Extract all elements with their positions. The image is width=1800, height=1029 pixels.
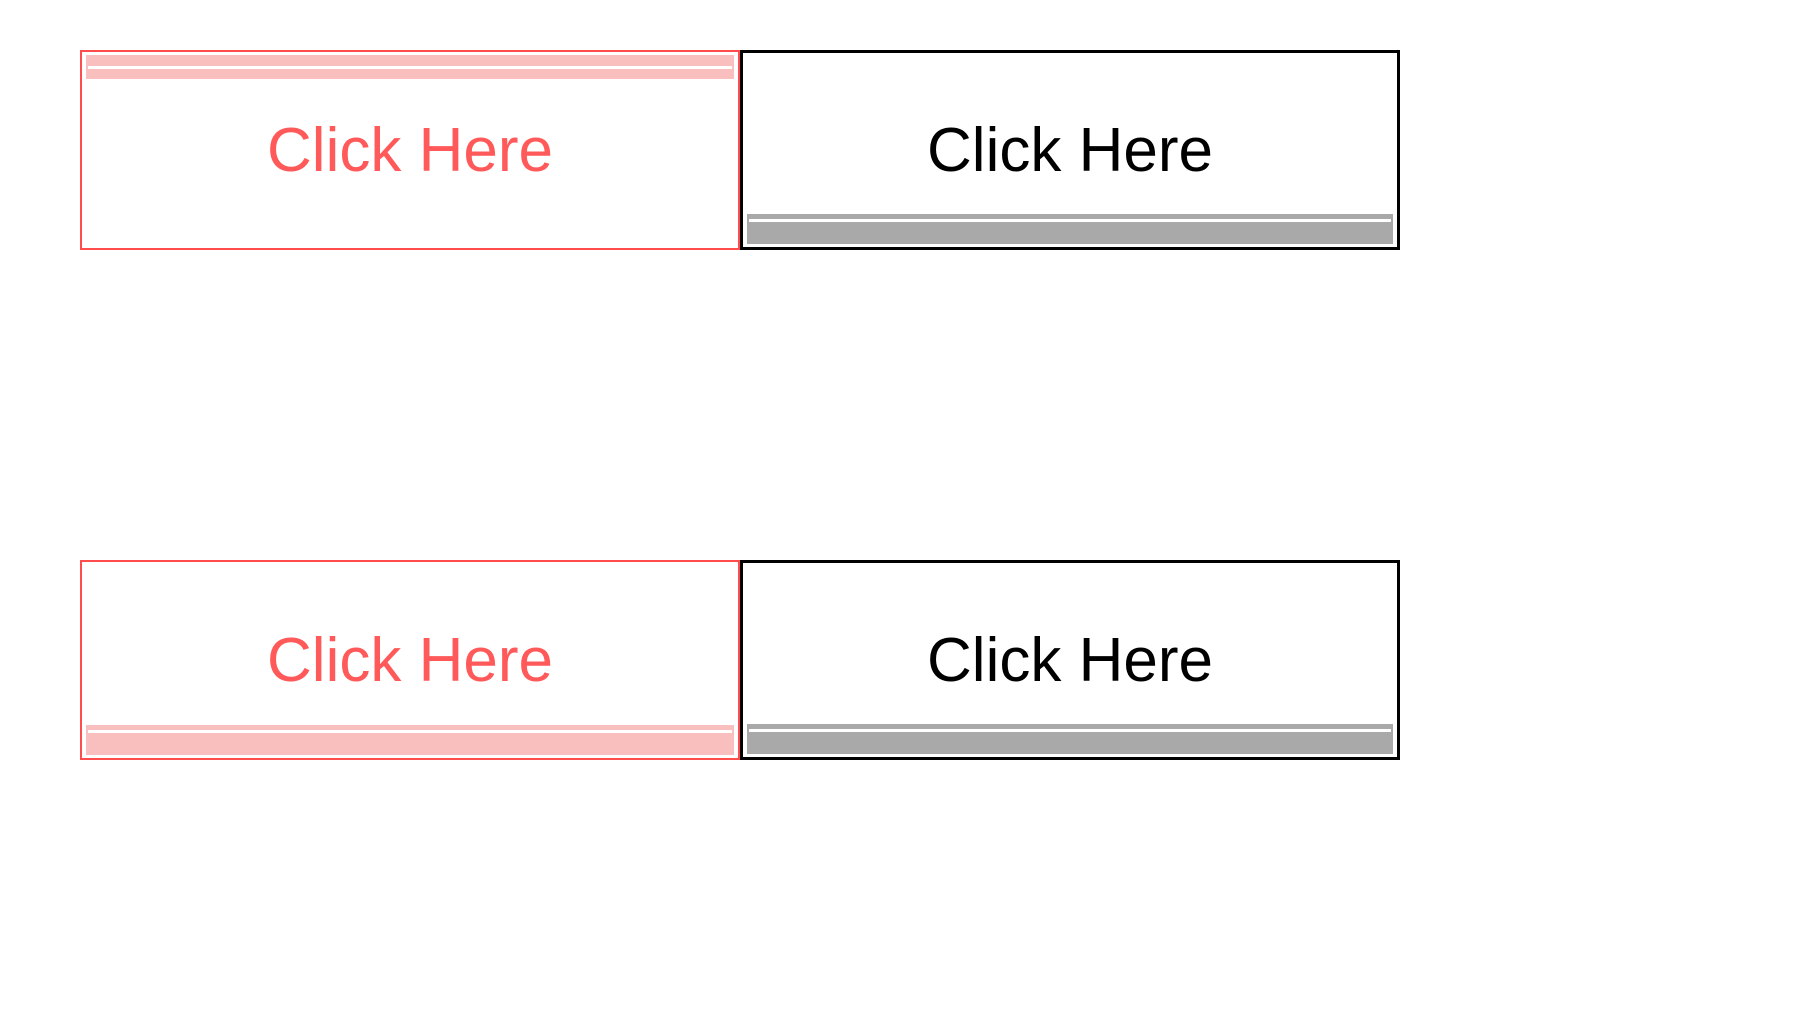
click-here-button-black[interactable]: Click Here [740,560,1400,760]
accent-bar [747,724,1393,754]
accent-bar [747,214,1393,244]
accent-bar [86,725,734,755]
button-label: Click Here [267,625,553,696]
button-row-2: Click Here Click Here [80,560,1720,760]
button-label: Click Here [927,625,1213,696]
click-here-button-red-top[interactable]: Click Here [80,50,740,250]
click-here-button-red-bottom[interactable]: Click Here [80,560,740,760]
button-row-1: Click Here Click Here [80,50,1720,250]
accent-bar [86,55,734,79]
button-label: Click Here [267,115,553,186]
button-label: Click Here [927,115,1213,186]
click-here-button-black[interactable]: Click Here [740,50,1400,250]
